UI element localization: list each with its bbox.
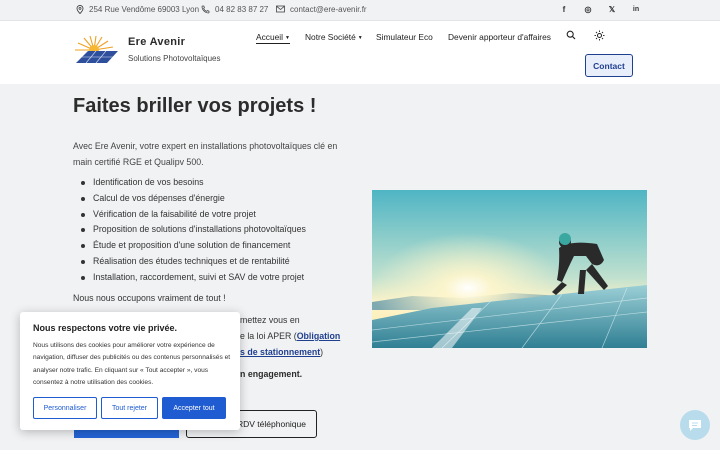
brand-name[interactable]: Ere Avenir bbox=[128, 36, 185, 48]
nav-item-label: Notre Société bbox=[305, 32, 356, 42]
search-icon[interactable] bbox=[565, 30, 577, 42]
outro-text: Nous nous occupons vraiment de tout ! bbox=[73, 293, 226, 303]
top-info-bar: 254 Rue Vendôme 69003 Lyon 04 82 83 87 2… bbox=[0, 0, 720, 21]
page-title: Faites briller vos projets ! bbox=[73, 95, 317, 117]
nav-item-label: Devenir apporteur d'affaires bbox=[448, 32, 551, 42]
list-item: Vérification de la faisabilité de votre … bbox=[80, 207, 306, 223]
caret-down-icon: ▼ bbox=[285, 34, 290, 41]
customize-cookies-button[interactable]: Personnaliser bbox=[33, 397, 97, 419]
list-item: Réalisation des études techniques et de … bbox=[80, 254, 306, 270]
address-item: 254 Rue Vendôme 69003 Lyon bbox=[75, 5, 200, 15]
list-item: Identification de vos besoins bbox=[80, 175, 306, 191]
sun-panel-logo[interactable] bbox=[74, 36, 120, 66]
contact-button[interactable]: Contact bbox=[585, 54, 633, 77]
site-header: Ere Avenir Solutions Photovoltaïques Acc… bbox=[0, 21, 720, 84]
accept-all-button[interactable]: Accepter tout bbox=[162, 397, 226, 419]
hero-solar-installer-image bbox=[372, 190, 647, 348]
nav-item-accueil[interactable]: Accueil ▼ bbox=[256, 32, 290, 44]
nav-item-apporteur-affaires[interactable]: Devenir apporteur d'affaires bbox=[448, 32, 551, 42]
obligation-link[interactable]: Obligation bbox=[297, 331, 341, 341]
aper-text-suffix: ) bbox=[320, 347, 324, 357]
nav-item-notre-societe[interactable]: Notre Société ▼ bbox=[305, 32, 363, 42]
linkedin-icon[interactable]: in bbox=[630, 4, 642, 16]
list-item: Calcul de vos dépenses d'énergie bbox=[80, 191, 306, 207]
aper-text-prefix: e la loi APER ( bbox=[240, 331, 297, 341]
location-pin-icon bbox=[75, 5, 84, 15]
email-item[interactable]: contact@ere-avenir.fr bbox=[276, 5, 367, 14]
nav-item-label: Accueil bbox=[256, 32, 283, 42]
nav-item-simulateur-eco[interactable]: Simulateur Eco bbox=[376, 32, 433, 42]
cookie-title: Nous respectons votre vie privée. bbox=[33, 323, 178, 333]
list-item: Proposition de solutions d'installations… bbox=[80, 222, 306, 238]
aper-text-line-3: s de stationnement) bbox=[240, 347, 323, 357]
address-text: 254 Rue Vendôme 69003 Lyon bbox=[89, 5, 200, 14]
facebook-icon[interactable]: f bbox=[558, 4, 570, 16]
cookie-description: Nous utilisons des cookies pour améliore… bbox=[33, 342, 231, 387]
email-text[interactable]: contact@ere-avenir.fr bbox=[290, 5, 367, 14]
engagement-text: n engagement. bbox=[240, 369, 303, 379]
phone-item[interactable]: 04 82 83 87 27 bbox=[201, 5, 268, 14]
x-icon[interactable]: 𝕏 bbox=[606, 4, 618, 16]
nav-item-label: Simulateur Eco bbox=[376, 32, 433, 42]
aper-text-line-2: e la loi APER (Obligation bbox=[240, 331, 340, 341]
cookie-consent-banner: Nous respectons votre vie privée. Nous u… bbox=[20, 312, 240, 430]
phone-text[interactable]: 04 82 83 87 27 bbox=[215, 5, 268, 14]
phone-icon bbox=[201, 5, 210, 14]
caret-down-icon: ▼ bbox=[357, 34, 363, 41]
sun-theme-toggle-icon[interactable] bbox=[593, 30, 605, 42]
brand-tagline: Solutions Photovoltaïques bbox=[128, 54, 221, 63]
mail-icon bbox=[276, 5, 285, 14]
list-item: Installation, raccordement, suivi et SAV… bbox=[80, 270, 306, 286]
chat-widget-button[interactable] bbox=[680, 410, 710, 440]
intro-paragraph: Avec Ere Avenir, votre expert en install… bbox=[73, 141, 338, 167]
chat-bubble-icon bbox=[689, 419, 701, 431]
feature-list: Identification de vos besoins Calcul de … bbox=[80, 175, 306, 286]
stationnement-link[interactable]: s de stationnement bbox=[240, 347, 320, 357]
aper-text-line-1: mettez vous en bbox=[240, 315, 300, 325]
instagram-icon[interactable]: ◎ bbox=[582, 4, 594, 16]
reject-all-button[interactable]: Tout rejeter bbox=[101, 397, 158, 419]
list-item: Étude et proposition d'une solution de f… bbox=[80, 238, 306, 254]
